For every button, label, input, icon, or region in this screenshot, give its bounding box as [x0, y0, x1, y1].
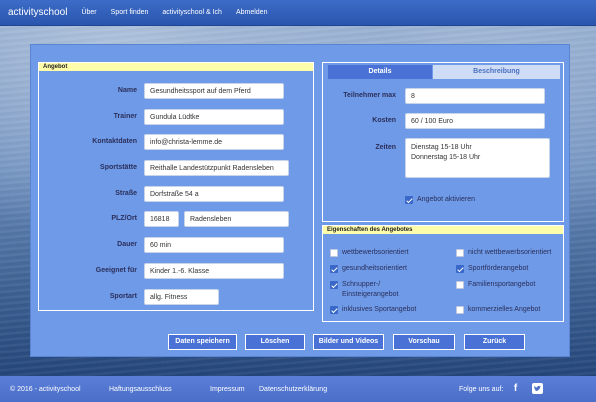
- label-schnupper-line1: Schnupper-/: [342, 281, 381, 288]
- prop-schnupperangebot[interactable]: Schnupper-/ Einsteigerangebot: [330, 281, 398, 300]
- checkbox-kommerzielles-angebot[interactable]: [456, 306, 464, 314]
- label-plz-ort: PLZ/Ort: [111, 215, 137, 222]
- label-sportart: Sportart: [109, 293, 137, 300]
- preview-button[interactable]: Vorschau: [393, 334, 455, 350]
- nav-item-abmelden[interactable]: Abmelden: [236, 9, 268, 16]
- checkbox-familiensportangebot[interactable]: [456, 281, 464, 289]
- label-schnupperangebot: Schnupper-/ Einsteigerangebot: [342, 280, 398, 300]
- label-dauer: Dauer: [117, 241, 137, 248]
- input-sportstaette[interactable]: Reithalle Landestützpunkt Radensleben: [144, 160, 289, 176]
- label-kommerzielles-angebot: kommerzielles Angebot: [468, 306, 541, 313]
- top-navbar: activityschool Über Sport finden activit…: [0, 0, 596, 26]
- checkbox-nicht-wettbewerbsorientiert[interactable]: [456, 249, 464, 257]
- label-sportfoerderangebot: Sportförderangebot: [468, 265, 529, 272]
- label-zeiten: Zeiten: [375, 144, 396, 151]
- label-kosten: Kosten: [372, 117, 396, 124]
- footer-link-haftungsausschluss[interactable]: Haftungsausschluss: [109, 386, 172, 393]
- label-trainer: Trainer: [113, 113, 137, 120]
- prop-wettbewerbsorientiert[interactable]: wettbewerbsorientiert: [330, 249, 409, 257]
- main-container: Angebot Name Gesundheitssport auf dem Pf…: [30, 44, 570, 357]
- delete-button[interactable]: Löschen: [245, 334, 305, 350]
- checkbox-gesundheitsorientiert[interactable]: [330, 265, 338, 273]
- prop-kommerzielles-angebot[interactable]: kommerzielles Angebot: [456, 306, 540, 314]
- prop-nicht-wettbewerbsorientiert[interactable]: nicht wettbewerbsorientiert: [456, 249, 551, 257]
- label-aktivieren: Angebot aktivieren: [417, 196, 475, 203]
- label-inklusives-sportangebot: inklusives Sportangebot: [342, 306, 417, 313]
- prop-familiensportangebot[interactable]: Familiensportangebot: [456, 281, 535, 289]
- select-sportart[interactable]: allg. Fitness: [144, 289, 219, 305]
- label-familiensportangebot: Familiensportangebot: [468, 281, 536, 288]
- facebook-icon[interactable]: f: [510, 383, 521, 394]
- label-teilnehmer: Teilnehmer max: [343, 92, 396, 99]
- checkbox-sportfoerderangebot[interactable]: [456, 265, 464, 273]
- textarea-zeiten[interactable]: Dienstag 15-18 Uhr Donnerstag 15-18 Uhr: [405, 138, 550, 178]
- row-kontakt: Kontaktdaten info@christa-lemme.de: [39, 134, 313, 150]
- row-plz-ort: PLZ/Ort 16818 Radensleben: [39, 211, 313, 227]
- label-kontakt: Kontaktdaten: [92, 138, 137, 145]
- nav-item-activityschool-ich[interactable]: activityschool & Ich: [162, 9, 222, 16]
- zeiten-line-1: Dienstag 15-18 Uhr: [411, 144, 472, 151]
- label-strasse: Straße: [115, 190, 137, 197]
- action-buttons: Daten speichern Löschen Bilder und Video…: [0, 334, 596, 350]
- back-button[interactable]: Zurück: [464, 334, 525, 350]
- label-gesundheitsorientiert: gesundheitsorientiert: [342, 265, 407, 272]
- zeiten-line-2: Donnerstag 15-18 Uhr: [411, 154, 481, 161]
- checkbox-aktivieren[interactable]: [405, 196, 413, 204]
- media-button[interactable]: Bilder und Videos: [313, 334, 384, 350]
- label-nicht-wettbewerbsorientiert: nicht wettbewerbsorientiert: [468, 249, 552, 256]
- row-strasse: Straße Dorfstraße 54 a: [39, 186, 313, 202]
- label-geeignet: Geeignet für: [95, 267, 137, 274]
- footer-link-datenschutz[interactable]: Datenschutzerklärung: [259, 386, 327, 393]
- eigenschaften-panel-title: Eigenschaften des Angebotes: [323, 226, 563, 234]
- footer-follow-label: Folge uns auf:: [459, 385, 504, 393]
- save-button[interactable]: Daten speichern: [168, 334, 237, 350]
- twitter-bird-shape: [534, 385, 541, 391]
- prop-inklusives-sportangebot[interactable]: inklusives Sportangebot: [330, 306, 416, 314]
- input-strasse[interactable]: Dorfstraße 54 a: [144, 186, 284, 202]
- row-name: Name Gesundheitssport auf dem Pferd: [39, 83, 313, 99]
- eigenschaften-panel: Eigenschaften des Angebotes wettbewerbso…: [322, 225, 564, 322]
- label-sportstaette: Sportstätte: [100, 164, 137, 171]
- prop-gesundheitsorientiert[interactable]: gesundheitsorientiert: [330, 265, 407, 273]
- row-geeignet: Geeignet für Kinder 1.-6. Klasse: [39, 263, 313, 279]
- tab-details[interactable]: Details: [328, 65, 432, 79]
- checkbox-inklusives-sportangebot[interactable]: [330, 306, 338, 314]
- checkbox-schnupperangebot[interactable]: [330, 281, 338, 289]
- row-sportstaette: Sportstätte Reithalle Landestützpunkt Ra…: [39, 160, 313, 176]
- label-schnupper-line2: Einsteigerangebot: [342, 291, 399, 298]
- tab-beschreibung[interactable]: Beschreibung: [433, 65, 560, 79]
- footer: © 2016 - activityschool Haftungsausschlu…: [0, 376, 596, 402]
- input-dauer[interactable]: 60 min: [144, 237, 284, 253]
- details-panel: Details Beschreibung Teilnehmer max 8 Ko…: [322, 62, 564, 222]
- input-teilnehmer[interactable]: 8: [405, 88, 545, 104]
- label-name: Name: [117, 87, 137, 94]
- input-geeignet[interactable]: Kinder 1.-6. Klasse: [144, 263, 284, 279]
- angebot-aktivieren[interactable]: Angebot aktivieren: [405, 196, 475, 204]
- twitter-icon[interactable]: [532, 383, 543, 394]
- row-dauer: Dauer 60 min: [39, 237, 313, 253]
- checkbox-wettbewerbsorientiert[interactable]: [330, 249, 338, 257]
- input-plz[interactable]: 16818: [144, 211, 179, 227]
- input-kosten[interactable]: 60 / 100 Euro: [405, 113, 545, 129]
- angebot-panel-title: Angebot: [39, 63, 313, 71]
- angebot-panel: Angebot Name Gesundheitssport auf dem Pf…: [38, 62, 314, 311]
- row-trainer: Trainer Gundula Lüdtke: [39, 109, 313, 125]
- row-sportart: Sportart allg. Fitness: [39, 289, 313, 305]
- nav-item-ueber[interactable]: Über: [81, 9, 96, 16]
- input-kontakt[interactable]: info@christa-lemme.de: [144, 134, 284, 150]
- footer-link-impressum[interactable]: Impressum: [210, 386, 245, 393]
- prop-sportfoerderangebot[interactable]: Sportförderangebot: [456, 265, 528, 273]
- label-wettbewerbsorientiert: wettbewerbsorientiert: [342, 249, 409, 256]
- brand-logo[interactable]: activityschool: [8, 7, 67, 18]
- footer-copyright: © 2016 - activityschool: [10, 385, 81, 393]
- nav-item-sport-finden[interactable]: Sport finden: [111, 9, 149, 16]
- input-trainer[interactable]: Gundula Lüdtke: [144, 109, 284, 125]
- input-ort[interactable]: Radensleben: [184, 211, 289, 227]
- input-name[interactable]: Gesundheitssport auf dem Pferd: [144, 83, 284, 99]
